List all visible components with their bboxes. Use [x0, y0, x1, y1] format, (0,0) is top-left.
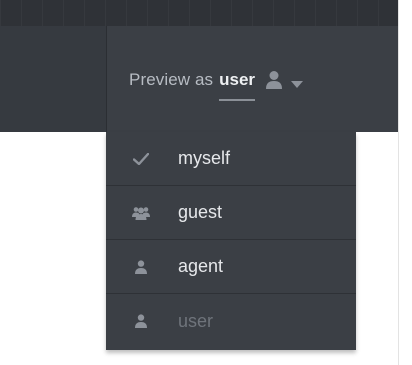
menu-item-agent[interactable]: agent — [106, 240, 356, 294]
menu-item-label: user — [178, 310, 214, 331]
chevron-down-icon — [291, 76, 304, 88]
menu-item-label: myself — [178, 148, 231, 168]
users-group-icon — [132, 205, 150, 221]
user-silhouette-icon — [265, 70, 283, 90]
page-edge-divider — [398, 0, 399, 365]
preview-role-menu: myself guest agent user — [106, 132, 356, 350]
menu-item-guest[interactable]: guest — [106, 186, 356, 240]
menu-item-label: agent — [178, 256, 224, 276]
preview-role-value: user — [219, 70, 256, 101]
menu-item-label: guest — [178, 202, 223, 222]
menu-item-myself[interactable]: myself — [106, 132, 356, 186]
toolbar-top-strip — [0, 0, 398, 26]
check-icon — [132, 151, 150, 167]
preview-panel: Preview as user — [106, 26, 398, 132]
user-icon — [132, 259, 150, 275]
app-window: Preview as user myself guest agent user — [0, 0, 412, 365]
preview-as-dropdown-toggle[interactable]: Preview as user — [129, 66, 304, 101]
user-icon — [132, 313, 150, 329]
preview-prefix-label: Preview as — [129, 70, 214, 89]
menu-item-user: user — [106, 294, 356, 348]
